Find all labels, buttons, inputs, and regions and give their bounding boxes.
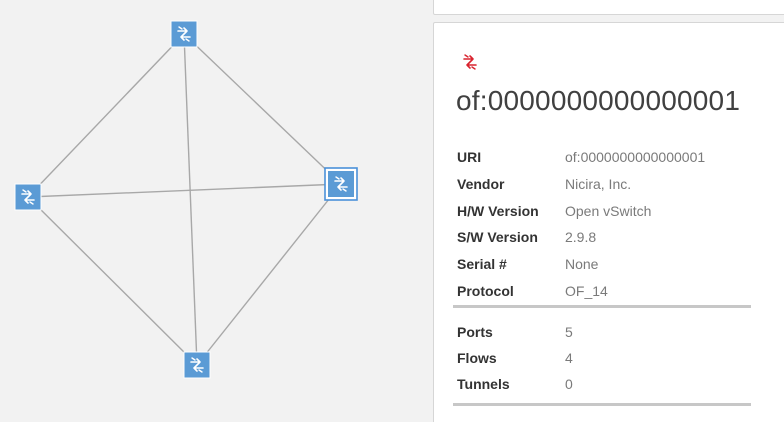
property-row-vendor: Vendor Nicira, Inc. xyxy=(457,171,757,198)
property-row-hw-version: H/W Version Open vSwitch xyxy=(457,197,757,224)
switch-node-east[interactable] xyxy=(324,167,358,201)
link-north-east[interactable] xyxy=(183,33,342,185)
property-label: Protocol xyxy=(457,282,514,299)
device-stats: Ports 5 Flows 4 Tunnels 0 xyxy=(457,319,757,397)
link-west-east[interactable] xyxy=(27,183,342,198)
property-label: Vendor xyxy=(457,176,505,193)
link-north-west[interactable] xyxy=(27,33,185,198)
summary-panel xyxy=(433,0,784,15)
switch-node-west[interactable] xyxy=(14,183,42,211)
divider xyxy=(453,403,751,406)
device-details-panel: of:0000000000000001 URI of:0000000000000… xyxy=(433,22,784,422)
property-row-uri: URI of:0000000000000001 xyxy=(457,144,757,171)
switch-node-north[interactable] xyxy=(170,20,198,48)
property-value: Open vSwitch xyxy=(565,202,652,219)
property-value: 2.9.8 xyxy=(565,229,597,246)
switch-node-south[interactable] xyxy=(183,351,211,379)
device-properties: URI of:0000000000000001 Vendor Nicira, I… xyxy=(457,144,757,304)
stat-label: Tunnels xyxy=(457,376,510,392)
link-west-south[interactable] xyxy=(27,196,198,366)
property-row-sw-version: S/W Version 2.9.8 xyxy=(457,224,757,251)
stat-value: 4 xyxy=(565,350,573,366)
divider xyxy=(453,305,751,308)
stat-value: 5 xyxy=(565,324,573,340)
property-value: OF_14 xyxy=(565,282,608,299)
property-label: H/W Version xyxy=(457,202,539,219)
property-label: URI xyxy=(457,149,482,166)
stat-value: 0 xyxy=(565,376,573,392)
property-row-serial: Serial # None xyxy=(457,251,757,278)
stat-row-flows: Flows 4 xyxy=(457,345,757,371)
stat-row-ports: Ports 5 xyxy=(457,319,757,345)
property-value: Nicira, Inc. xyxy=(565,176,632,193)
link-north-south[interactable] xyxy=(183,33,198,366)
property-value: None xyxy=(565,256,599,273)
stat-label: Ports xyxy=(457,324,493,340)
stat-label: Flows xyxy=(457,350,497,366)
property-value: of:0000000000000001 xyxy=(565,149,706,166)
device-title: of:0000000000000001 xyxy=(456,85,741,116)
property-label: Serial # xyxy=(457,256,507,273)
link-east-south[interactable] xyxy=(196,183,342,366)
property-row-protocol: Protocol OF_14 xyxy=(457,277,757,304)
property-label: S/W Version xyxy=(457,229,538,246)
switch-icon xyxy=(463,54,477,70)
stat-row-tunnels: Tunnels 0 xyxy=(457,371,757,397)
topology-links xyxy=(27,33,342,366)
